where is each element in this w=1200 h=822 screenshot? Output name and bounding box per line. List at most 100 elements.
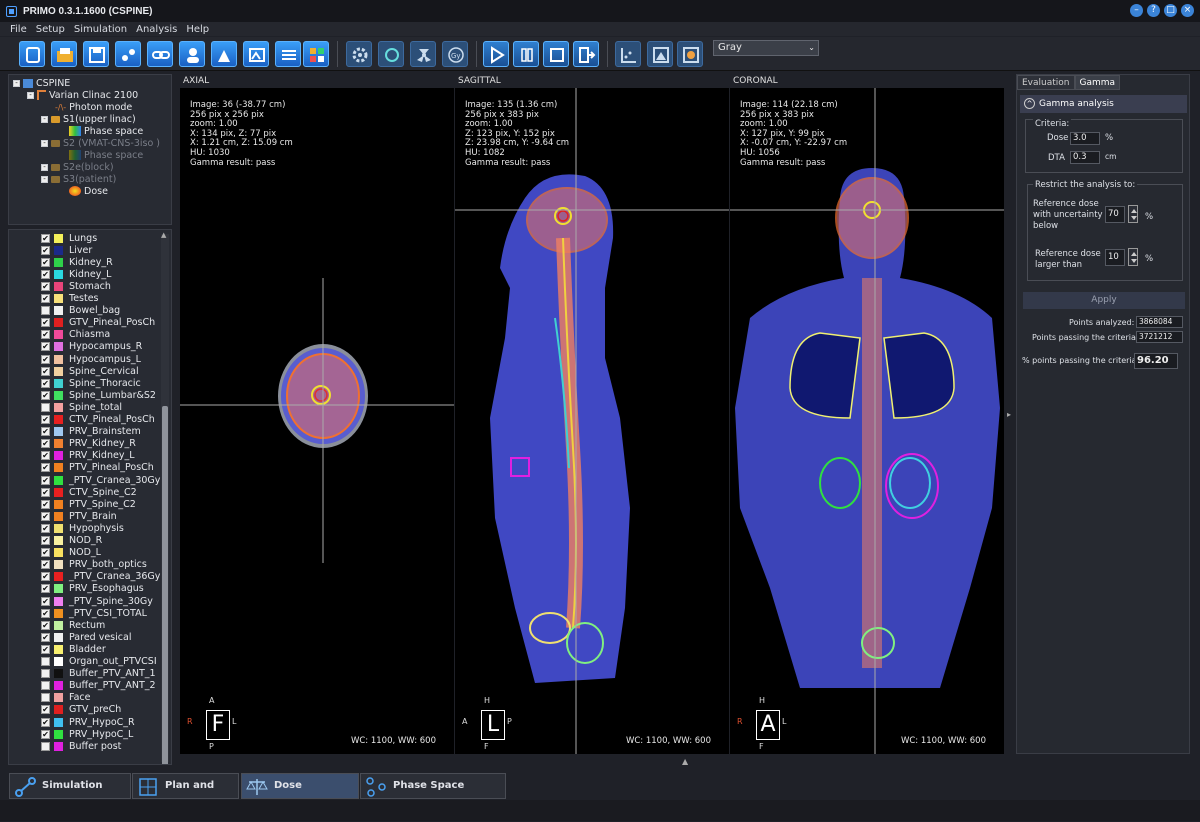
- dose-input[interactable]: 3.0: [1070, 132, 1100, 145]
- structure-row[interactable]: ✔ CTV_Pineal_PosCh: [9, 414, 155, 426]
- help-icon[interactable]: ?: [1147, 4, 1160, 17]
- structure-row[interactable]: ✔ NOD_L: [9, 547, 101, 559]
- structure-row[interactable]: Face: [9, 692, 90, 704]
- save-icon[interactable]: [83, 41, 109, 67]
- structure-row[interactable]: ✔ _PTV_Spine_30Gy: [9, 595, 153, 607]
- structure-checkbox[interactable]: ✔: [41, 717, 50, 727]
- collapse-icon[interactable]: -: [41, 139, 48, 147]
- add-phantom-icon[interactable]: [243, 41, 269, 67]
- structure-checkbox[interactable]: [41, 657, 50, 666]
- structure-row[interactable]: ✔ Hypocampus_R: [9, 341, 142, 353]
- dose-plot-icon[interactable]: [615, 41, 641, 67]
- structure-row[interactable]: ✔ Lungs: [9, 232, 97, 244]
- structure-checkbox[interactable]: ✔: [41, 330, 50, 340]
- structure-checkbox[interactable]: ✔: [41, 596, 50, 606]
- structure-row[interactable]: ✔ PTV_Brain: [9, 510, 117, 522]
- structure-list-scrollbar[interactable]: ▲: [161, 231, 169, 764]
- structure-checkbox[interactable]: ✔: [41, 342, 50, 352]
- structure-checkbox[interactable]: ✔: [41, 233, 50, 243]
- structure-checkbox[interactable]: ✔: [41, 427, 50, 437]
- panel-toggle-icon[interactable]: ▸: [1007, 410, 1011, 419]
- radiation-icon[interactable]: [410, 41, 436, 67]
- structure-row[interactable]: ✔ Testes: [9, 293, 99, 305]
- structure-checkbox[interactable]: ✔: [41, 257, 50, 267]
- structure-checkbox[interactable]: ✔: [41, 245, 50, 255]
- collapse-icon[interactable]: -: [27, 91, 34, 99]
- structure-checkbox[interactable]: ✔: [41, 536, 50, 545]
- structure-row[interactable]: ✔ _PTV_Cranea_30Gy: [9, 474, 160, 486]
- collapse-icon[interactable]: -: [41, 175, 48, 183]
- structure-row[interactable]: ✔ Hypophysis: [9, 522, 124, 534]
- close-icon[interactable]: ×: [1181, 4, 1194, 17]
- scrollbar-thumb[interactable]: [162, 406, 168, 764]
- structure-row[interactable]: ✔ CTV_Spine_C2: [9, 486, 137, 498]
- structure-checkbox[interactable]: ✔: [41, 608, 50, 618]
- structure-checkbox[interactable]: ✔: [41, 451, 50, 461]
- structure-checkbox[interactable]: ✔: [41, 415, 50, 424]
- collapse-panel-icon[interactable]: ▲: [682, 757, 688, 766]
- structure-row[interactable]: ✔ PRV_Kidney_L: [9, 450, 135, 462]
- play-icon[interactable]: [483, 41, 509, 67]
- structure-checkbox[interactable]: ✔: [41, 487, 50, 497]
- tree-item-s1[interactable]: - S1(upper linac): [41, 113, 136, 125]
- structure-row[interactable]: ✔ Kidney_R: [9, 256, 113, 268]
- collapse-section-icon[interactable]: ^: [1024, 98, 1035, 109]
- structure-row[interactable]: ✔ GTV_Pineal_PosCh: [9, 317, 155, 329]
- structure-row[interactable]: ✔ Pared vesical: [9, 631, 131, 643]
- structure-row[interactable]: ✔ Liver: [9, 244, 92, 256]
- coronal-viewer[interactable]: CORONAL Image: 114 (22.18 cm) 256 pix x …: [730, 74, 1004, 754]
- structure-checkbox[interactable]: ✔: [41, 366, 50, 376]
- structure-row[interactable]: ✔ Spine_Lumbar&S2: [9, 389, 156, 401]
- structure-checkbox[interactable]: ✔: [41, 281, 50, 291]
- structure-checkbox[interactable]: ✔: [41, 584, 50, 594]
- structure-row[interactable]: ✔ Kidney_L: [9, 268, 111, 280]
- structure-checkbox[interactable]: ✔: [41, 620, 50, 630]
- collapse-icon[interactable]: -: [41, 115, 48, 123]
- link-icon[interactable]: [147, 41, 173, 67]
- ref-uncertainty-input[interactable]: 70: [1105, 206, 1125, 223]
- tab-plan-and-dose[interactable]: Plan and Dose: [132, 773, 239, 815]
- menu-analysis[interactable]: Analysis: [136, 24, 177, 35]
- structure-checkbox[interactable]: ✔: [41, 294, 50, 303]
- structure-row[interactable]: ✔ Spine_Thoracic: [9, 377, 141, 389]
- structure-checkbox[interactable]: ✔: [41, 475, 50, 485]
- structures-icon[interactable]: [303, 41, 329, 67]
- structure-checkbox[interactable]: ✔: [41, 354, 50, 364]
- tree-item-s2[interactable]: - S2 (VMAT-CNS-3iso ): [41, 137, 160, 149]
- structure-checkbox[interactable]: ✔: [41, 523, 50, 533]
- structure-row[interactable]: ✔ Hypocampus_L: [9, 353, 141, 365]
- structure-checkbox[interactable]: [41, 306, 50, 316]
- add-structure-icon[interactable]: [211, 41, 237, 67]
- tree-item-photon-mode[interactable]: -/\- Photon mode: [55, 101, 132, 113]
- structure-checkbox[interactable]: ✔: [41, 560, 50, 570]
- ref-larger-stepper[interactable]: [1128, 248, 1138, 266]
- exit-icon[interactable]: [573, 41, 599, 67]
- structure-row[interactable]: ✔ Chiasma: [9, 329, 110, 341]
- settings-gear-icon[interactable]: [346, 41, 372, 67]
- structure-checkbox[interactable]: ✔: [41, 729, 50, 739]
- structure-row[interactable]: ✔ Rectum: [9, 619, 105, 631]
- structure-row[interactable]: ✔ NOD_R: [9, 535, 102, 547]
- structure-row[interactable]: Buffer post: [9, 740, 121, 752]
- structure-row[interactable]: ✔ PRV_Kidney_R: [9, 438, 136, 450]
- colormap-select[interactable]: Gray ⌄: [713, 40, 819, 56]
- minimize-icon[interactable]: –: [1130, 4, 1143, 17]
- structure-checkbox[interactable]: ✔: [41, 269, 50, 279]
- structure-row[interactable]: ✔ PTV_Pineal_PosCh: [9, 462, 154, 474]
- structure-row[interactable]: ✔ Stomach: [9, 280, 111, 292]
- tab-gamma[interactable]: Gamma: [1074, 75, 1121, 90]
- tab-simulation-setup[interactable]: Simulation Setup: [9, 773, 131, 815]
- pause-icon[interactable]: [513, 41, 539, 67]
- menu-simulation[interactable]: Simulation: [74, 24, 127, 35]
- tree-item-phase-space-1[interactable]: Phase space: [69, 125, 143, 137]
- tab-dose-evaluation[interactable]: Dose Evaluation: [241, 773, 359, 815]
- dta-input[interactable]: 0.3: [1070, 151, 1100, 164]
- tree-item-linac[interactable]: - Varian Clinac 2100: [27, 89, 138, 101]
- structure-row[interactable]: ✔ PRV_Brainstem: [9, 426, 141, 438]
- collapse-icon[interactable]: -: [41, 163, 48, 171]
- structure-row[interactable]: Buffer_PTV_ANT_2: [9, 680, 156, 692]
- structure-checkbox[interactable]: ✔: [41, 548, 50, 558]
- axial-viewer[interactable]: AXIAL Image: 36 (-38.77 cm) 256 pix x 25…: [180, 74, 454, 754]
- add-patient-icon[interactable]: [179, 41, 205, 67]
- structure-row[interactable]: ✔ PTV_Spine_C2: [9, 498, 136, 510]
